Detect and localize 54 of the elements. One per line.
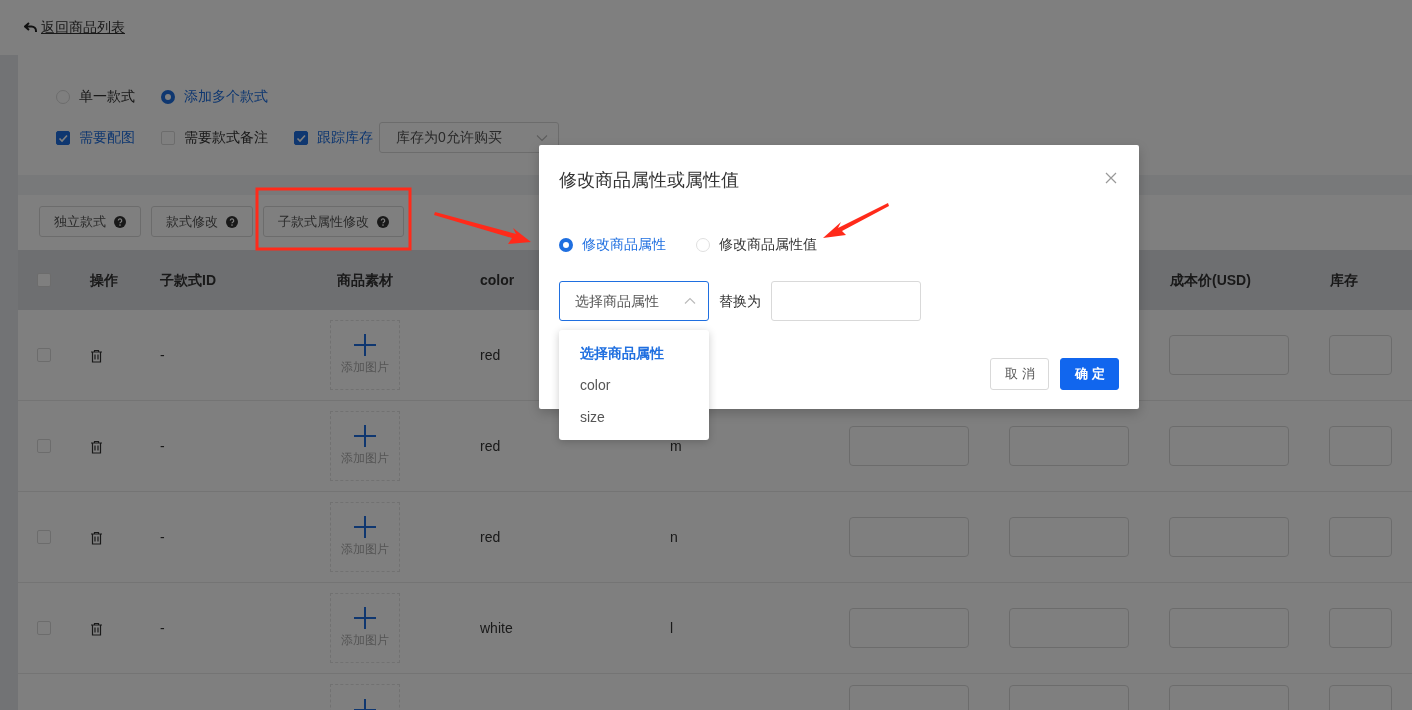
column-header: 操作 <box>90 270 118 290</box>
dropdown-option[interactable]: color <box>559 369 709 401</box>
table-cell-text: - <box>160 436 165 456</box>
plus-icon <box>354 607 376 629</box>
table-cell-text: n <box>670 527 678 547</box>
chevron-up-icon <box>684 297 696 305</box>
stock-select[interactable]: 库存为0允许购买 <box>379 122 559 153</box>
help-icon <box>377 215 389 228</box>
plus-icon <box>354 516 376 538</box>
checkbox[interactable] <box>56 130 70 145</box>
radio-option[interactable]: 修改商品属性值 <box>696 234 817 255</box>
radio-option[interactable]: 单一款式 <box>56 86 135 107</box>
column-header: color <box>480 270 515 290</box>
checkbox-option[interactable]: 跟踪库存 <box>294 127 373 148</box>
chevron-down-icon <box>536 133 548 142</box>
plus-icon <box>354 334 376 356</box>
radio-option[interactable]: 添加多个款式 <box>161 86 268 107</box>
table-cell-text: white <box>480 618 513 638</box>
trash-icon <box>90 348 103 363</box>
table-cell-text: - <box>160 345 165 365</box>
attribute-select[interactable]: 选择商品属性 <box>559 281 709 321</box>
help-icon <box>226 215 238 228</box>
table-cell-text: - <box>160 527 165 547</box>
trash-icon <box>90 621 103 636</box>
column-header: 成本价(USD) <box>1170 270 1251 290</box>
dropdown-option[interactable]: 选择商品属性 <box>559 337 709 369</box>
checkbox-option[interactable]: 需要款式备注 <box>161 127 268 148</box>
column-header: 子款式ID <box>160 270 216 290</box>
confirm-button[interactable]: 确定 <box>1060 358 1119 390</box>
table-cell-text: m <box>670 436 682 456</box>
field-label: 替换为 <box>719 291 761 311</box>
toolbar-button[interactable]: 独立款式 <box>39 206 141 237</box>
toolbar-button[interactable]: 子款式属性修改 <box>263 206 404 237</box>
checkbox-option[interactable]: 需要配图 <box>56 127 135 148</box>
toolbar-button[interactable]: 款式修改 <box>151 206 253 237</box>
help-icon <box>114 215 126 228</box>
annotation-arrow <box>823 203 889 238</box>
table-cell-text: - <box>160 618 165 638</box>
cancel-button[interactable]: 取消 <box>990 358 1049 390</box>
column-header: 库存 <box>1330 270 1358 290</box>
replace-input[interactable] <box>771 281 921 321</box>
trash-icon <box>90 439 103 454</box>
table-cell-text: red <box>480 436 501 456</box>
table-cell-text: l <box>670 618 674 638</box>
trash-icon <box>90 530 103 545</box>
back-arrow-icon <box>24 22 37 33</box>
dialog-title: 修改商品属性或属性值 <box>559 169 740 192</box>
dropdown-option[interactable]: size <box>559 401 709 433</box>
table-cell-text: red <box>480 345 501 365</box>
checkbox[interactable] <box>294 130 308 145</box>
plus-icon <box>354 425 376 447</box>
table-cell-text: red <box>480 527 501 547</box>
column-header: 商品素材 <box>337 270 393 290</box>
radio-option[interactable]: 修改商品属性 <box>559 234 666 255</box>
